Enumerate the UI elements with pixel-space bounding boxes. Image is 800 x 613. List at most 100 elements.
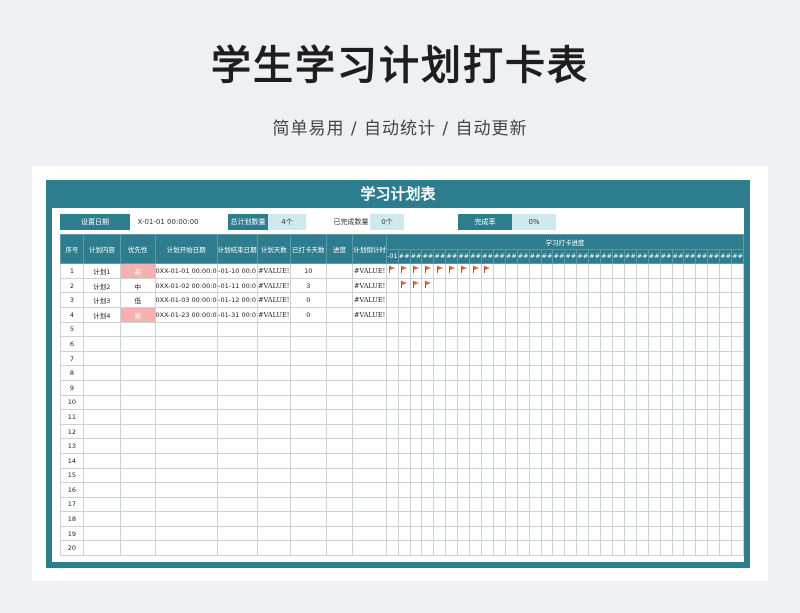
empty-cell[interactable] (611, 350, 625, 367)
empty-cell[interactable] (82, 423, 121, 440)
empty-cell[interactable] (683, 540, 697, 557)
empty-cell[interactable] (154, 540, 218, 557)
empty-cell[interactable] (695, 350, 709, 367)
empty-cell[interactable] (576, 321, 590, 338)
empty-cell[interactable] (683, 496, 697, 513)
empty-cell[interactable] (445, 511, 459, 527)
cell-priority[interactable]: 高 (119, 306, 156, 323)
empty-cell[interactable] (289, 467, 327, 484)
empty-cell[interactable] (469, 379, 483, 396)
empty-cell[interactable] (588, 423, 602, 440)
empty-cell[interactable] (492, 438, 506, 454)
empty-cell[interactable] (635, 409, 649, 425)
empty-cell[interactable] (588, 336, 602, 352)
empty-cell[interactable] (647, 394, 661, 411)
checkin-cell[interactable] (611, 263, 625, 279)
empty-cell[interactable] (409, 409, 423, 425)
empty-cell[interactable] (492, 321, 506, 338)
checkin-cell[interactable] (707, 277, 721, 294)
checkin-cell[interactable] (635, 277, 649, 294)
empty-cell[interactable] (457, 409, 471, 425)
empty-cell[interactable] (552, 467, 566, 484)
empty-cell[interactable] (119, 409, 156, 425)
empty-cell[interactable] (623, 496, 637, 513)
empty-cell[interactable] (409, 525, 423, 542)
checkin-cell[interactable] (386, 277, 399, 294)
checkin-cell[interactable] (564, 263, 578, 279)
empty-cell[interactable] (352, 511, 388, 527)
empty-cell[interactable] (623, 336, 637, 352)
cell-start[interactable]: 0XX-01-01 00:00:0 (154, 263, 218, 279)
checkin-cell[interactable] (600, 306, 613, 323)
empty-cell[interactable] (216, 409, 258, 425)
cell-days[interactable]: #VALUE! (256, 306, 291, 323)
empty-cell[interactable] (469, 496, 483, 513)
rate-cell[interactable]: 0% (512, 214, 556, 230)
empty-cell[interactable] (707, 452, 721, 469)
empty-cell[interactable] (623, 438, 637, 454)
empty-cell[interactable] (325, 540, 354, 557)
empty-cell[interactable] (731, 409, 744, 425)
empty-cell[interactable] (481, 423, 494, 440)
empty-cell[interactable] (445, 365, 459, 381)
empty-cell[interactable] (707, 525, 721, 542)
empty-cell[interactable] (731, 452, 744, 469)
empty-cell[interactable] (216, 452, 258, 469)
empty-cell[interactable] (528, 482, 542, 498)
checkin-cell[interactable] (695, 277, 709, 294)
empty-cell[interactable] (386, 438, 399, 454)
empty-cell[interactable] (719, 525, 733, 542)
checkin-cell[interactable] (623, 292, 637, 308)
empty-cell[interactable] (528, 350, 542, 367)
empty-cell[interactable] (386, 336, 399, 352)
empty-cell[interactable] (409, 467, 423, 484)
empty-cell[interactable] (492, 336, 506, 352)
empty-cell[interactable] (731, 365, 744, 381)
empty-cell[interactable] (119, 482, 156, 498)
empty-cell[interactable] (409, 336, 423, 352)
empty-cell[interactable] (445, 525, 459, 542)
checkin-cell[interactable] (409, 277, 423, 294)
checkin-cell[interactable] (492, 263, 506, 279)
empty-cell[interactable] (154, 482, 218, 498)
empty-cell[interactable] (492, 540, 506, 557)
empty-cell[interactable] (647, 496, 661, 513)
empty-cell[interactable] (576, 511, 590, 527)
empty-cell[interactable] (469, 365, 483, 381)
empty-cell[interactable] (528, 321, 542, 338)
empty-cell[interactable] (469, 452, 483, 469)
empty-cell[interactable] (516, 336, 530, 352)
empty-cell[interactable] (564, 321, 578, 338)
empty-cell[interactable] (611, 452, 625, 469)
empty-cell[interactable] (588, 540, 602, 557)
empty-cell[interactable] (695, 394, 709, 411)
cell-progress[interactable] (325, 277, 354, 294)
checkin-cell[interactable] (504, 292, 518, 308)
checkin-cell[interactable] (421, 263, 435, 279)
empty-cell[interactable] (397, 365, 411, 381)
cell-content[interactable]: 计划4 (82, 306, 121, 323)
empty-cell[interactable] (504, 350, 518, 367)
empty-cell[interactable] (540, 525, 554, 542)
empty-cell[interactable] (397, 394, 411, 411)
empty-cell[interactable] (469, 482, 483, 498)
empty-cell[interactable] (481, 365, 494, 381)
empty-cell[interactable] (154, 452, 218, 469)
empty-cell[interactable] (325, 525, 354, 542)
empty-cell[interactable] (552, 365, 566, 381)
empty-cell[interactable] (457, 452, 471, 469)
empty-cell[interactable] (216, 394, 258, 411)
empty-cell[interactable] (352, 336, 388, 352)
checkin-cell[interactable] (564, 292, 578, 308)
empty-cell[interactable] (695, 525, 709, 542)
empty-cell[interactable] (433, 496, 447, 513)
checkin-cell[interactable] (445, 263, 459, 279)
checkin-cell[interactable] (600, 277, 613, 294)
empty-cell[interactable] (216, 350, 258, 367)
empty-cell[interactable] (707, 482, 721, 498)
empty-cell[interactable] (611, 423, 625, 440)
empty-cell[interactable] (683, 452, 697, 469)
empty-cell[interactable] (289, 496, 327, 513)
empty-cell[interactable] (154, 394, 218, 411)
cell-countdown[interactable]: #VALUE! (352, 292, 388, 308)
